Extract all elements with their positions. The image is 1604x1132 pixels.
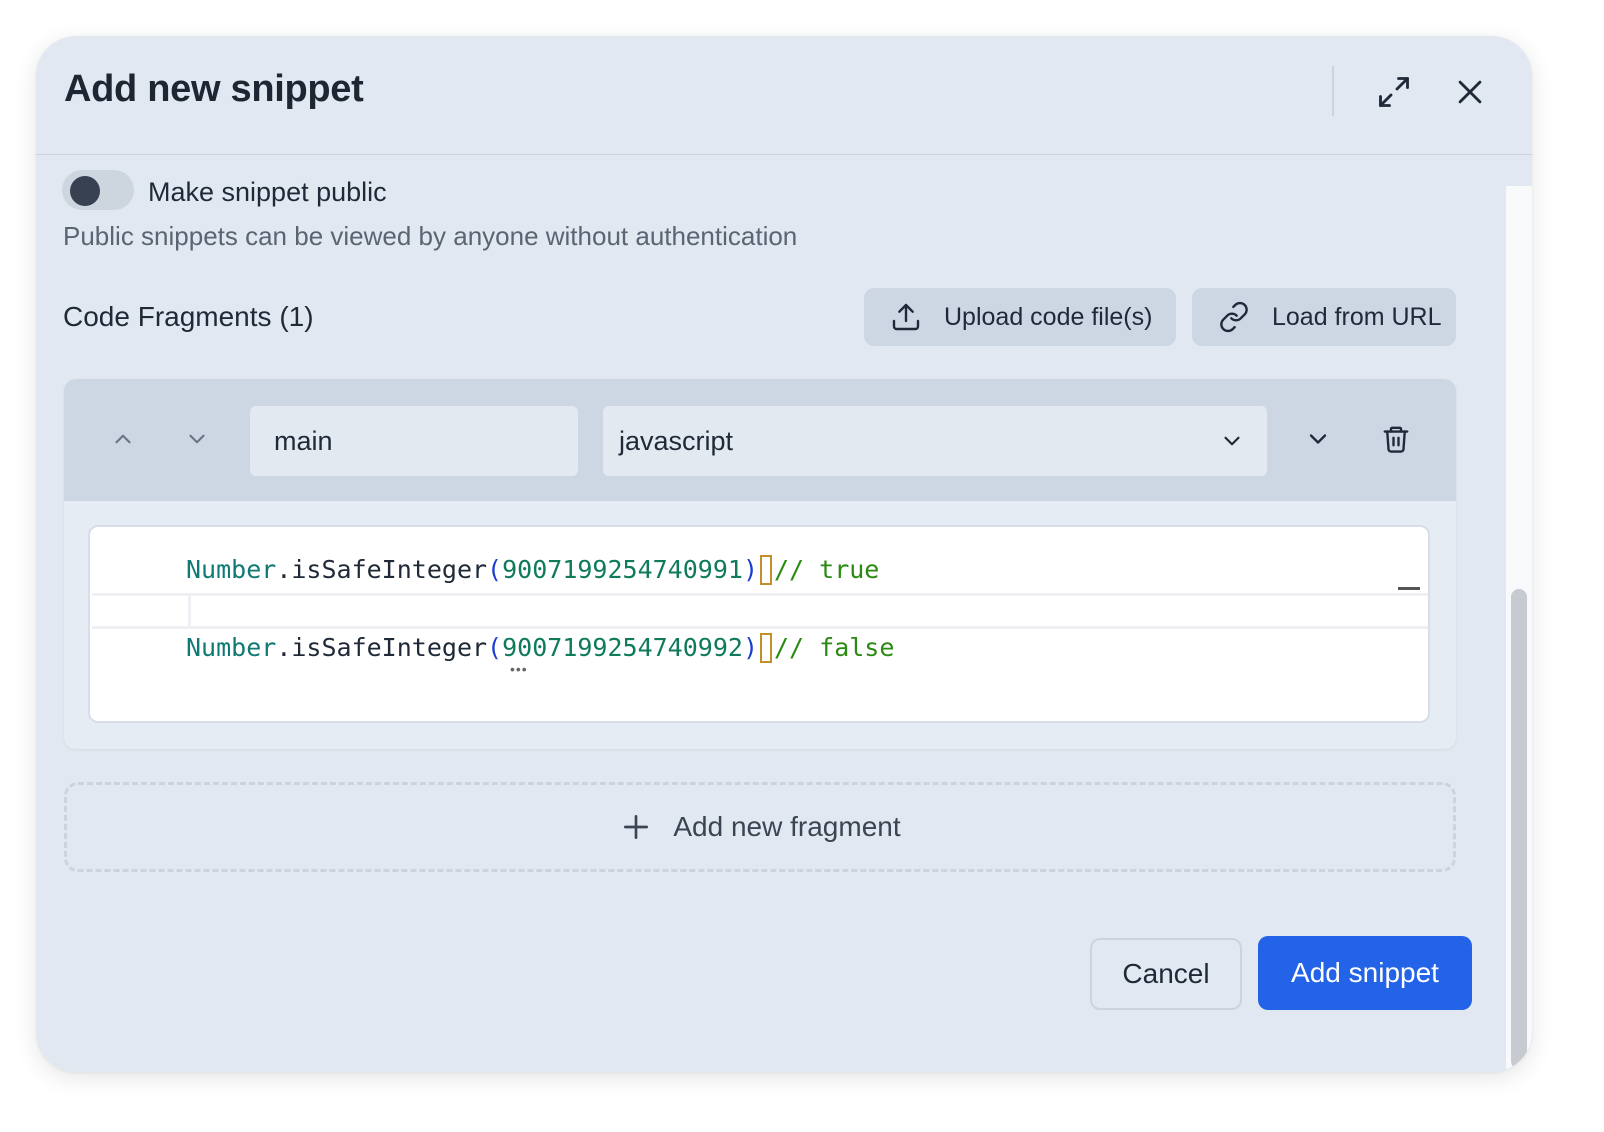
code-line: Number.isSafeInteger(9007199254740992) //… [186,633,894,663]
trash-icon [1383,426,1409,453]
chevron-down-icon [189,434,205,444]
code-token-method: isSafeInteger [291,555,488,584]
gutter-divider [188,593,191,629]
code-token-dot: . [276,633,292,662]
toggle-knob [70,176,100,206]
cancel-button[interactable]: Cancel [1090,938,1242,1010]
code-token-paren: ) [742,633,758,662]
dialog-body: Make snippet public Public snippets can … [36,155,1506,1072]
chevron-up-icon [115,434,131,444]
code-fragment-card: javascript Number.isSafeInteger(90071992… [64,379,1456,749]
code-token-paren: ( [487,555,503,584]
public-toggle-label: Make snippet public [148,177,387,207]
code-token-object: Number [186,633,277,662]
move-down-button[interactable] [175,417,219,461]
header-divider [1332,66,1334,116]
scrollbar-thumb[interactable] [1511,589,1527,1069]
fragment-name-input[interactable] [250,406,578,476]
dialog-title: Add new snippet [64,68,364,110]
code-token-object: Number [186,555,277,584]
code-token-method: isSafeInteger [291,633,488,662]
code-token-number: 9007199254740991 [502,555,743,584]
code-token-paren: ) [742,555,758,584]
code-token-dot: . [276,555,292,584]
public-toggle[interactable] [62,170,134,210]
chevron-down-icon [1224,436,1240,446]
close-x-icon [1458,80,1482,104]
code-token-paren: ( [487,633,503,662]
public-help-text: Public snippets can be viewed by anyone … [63,221,798,251]
upload-files-button[interactable]: Upload code file(s) [864,288,1176,346]
text-cursor [760,633,772,663]
code-token-number: 9007199254740992 [502,633,743,662]
text-cursor [760,555,772,585]
fragment-header: javascript [64,379,1456,501]
chevron-down-icon [1309,434,1327,444]
load-from-url-button[interactable]: Load from URL [1192,288,1456,346]
plus-icon [619,810,653,844]
code-editor[interactable]: Number.isSafeInteger(9007199254740991)//… [88,525,1430,723]
expand-arrows-icon [1379,77,1409,107]
language-select[interactable]: javascript [603,406,1267,476]
collapse-fragment-button[interactable] [1296,417,1340,461]
expand-button[interactable] [1372,70,1416,114]
active-line-highlight [92,593,1428,629]
minimap-marker [1398,587,1420,590]
add-snippet-button[interactable]: Add snippet [1258,936,1472,1010]
code-line: Number.isSafeInteger(9007199254740991) //… [186,555,879,585]
add-fragment-button[interactable]: Add new fragment [64,782,1456,872]
code-fragments-heading: Code Fragments (1) [63,301,314,332]
dialog-header: Add new snippet [36,36,1532,155]
hint-dots: ••• [510,661,528,677]
close-button[interactable] [1448,70,1492,114]
upload-files-label: Upload code file(s) [944,302,1153,331]
move-up-button[interactable] [101,417,145,461]
upload-icon [888,299,924,335]
language-select-value: javascript [619,425,734,456]
add-fragment-label: Add new fragment [673,811,901,842]
code-token-comment: // false [774,633,895,662]
delete-fragment-button[interactable] [1374,417,1418,461]
link-icon [1216,299,1252,335]
add-snippet-dialog: Add new snippet Make snippet public Publ… [36,36,1532,1072]
code-token-comment: // true [774,555,880,584]
load-from-url-label: Load from URL [1272,302,1442,331]
